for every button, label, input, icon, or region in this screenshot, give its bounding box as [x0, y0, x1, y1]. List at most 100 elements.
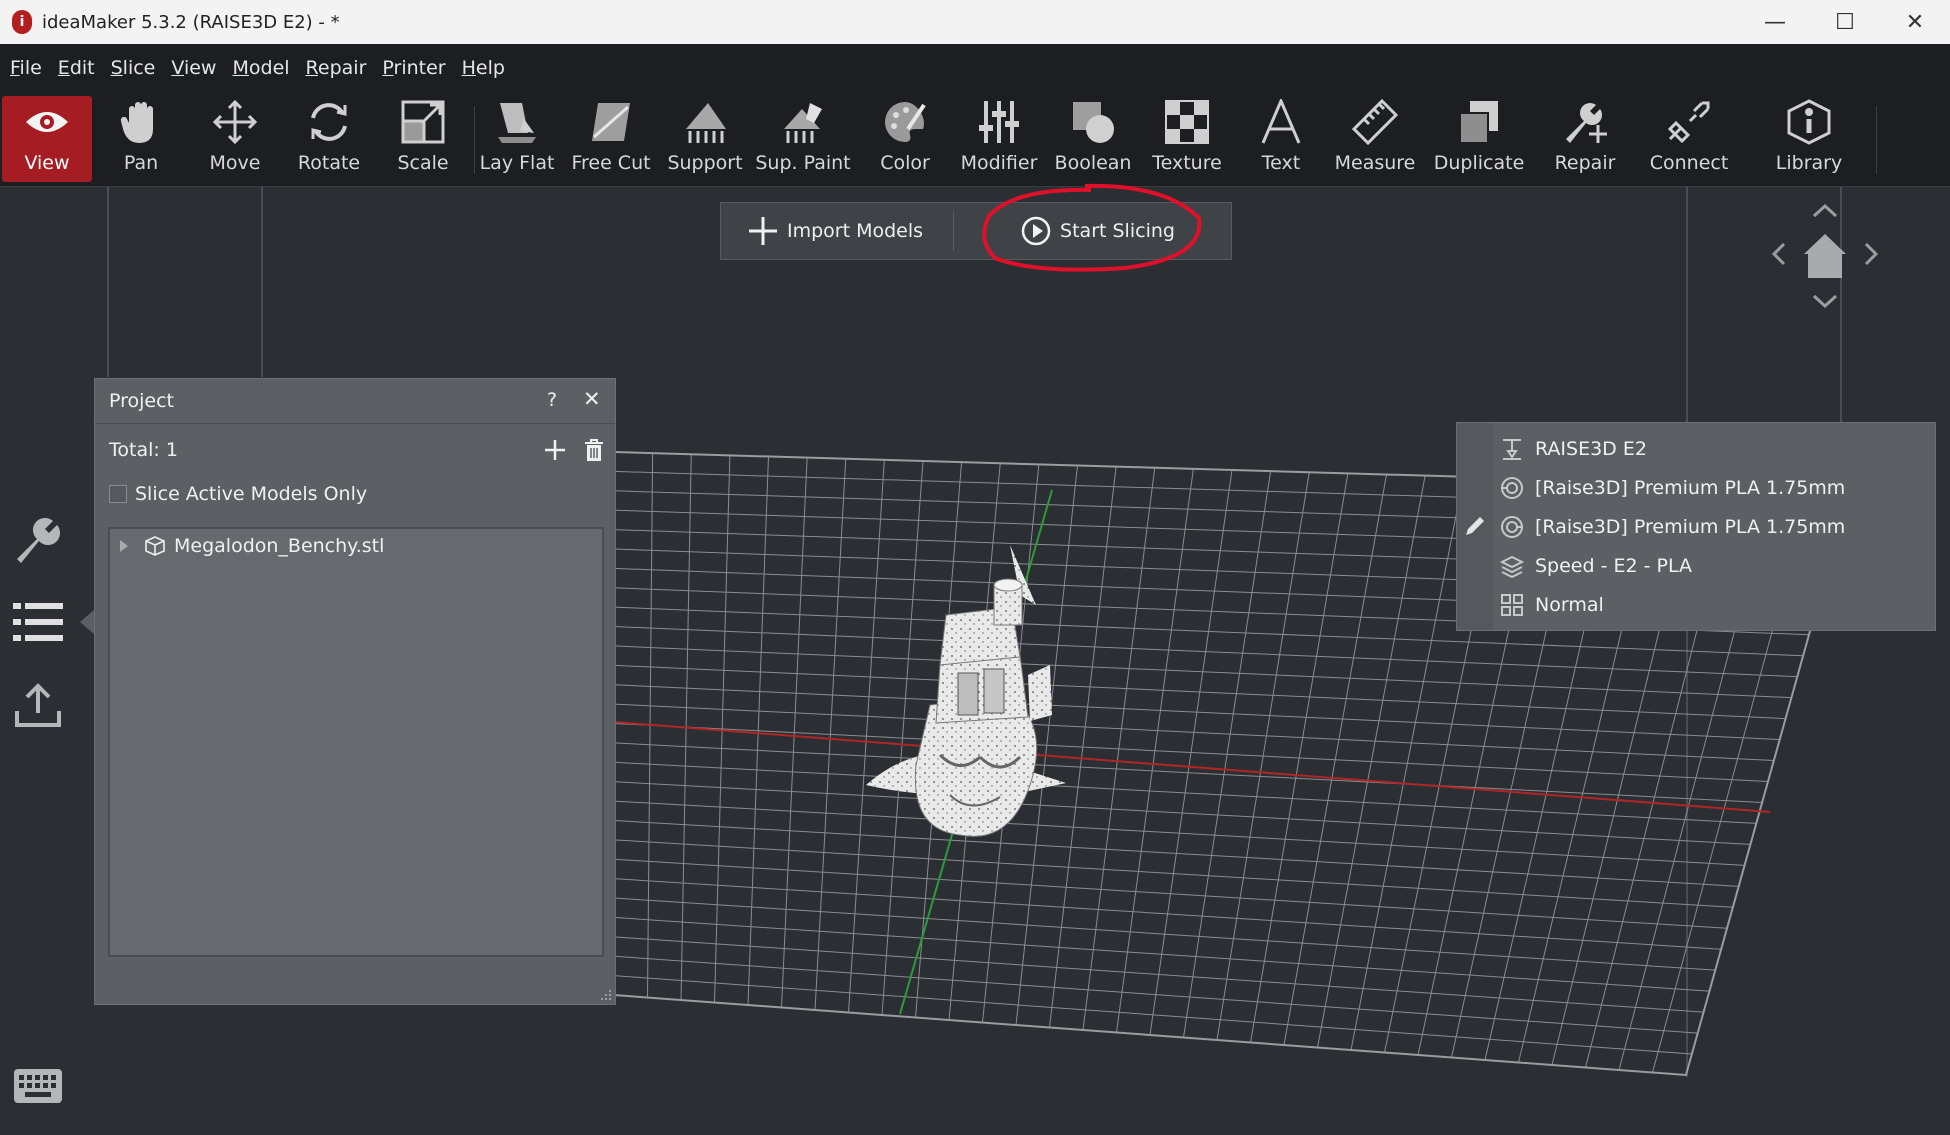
slice-active-checkbox[interactable] [109, 485, 127, 503]
upload-export-icon[interactable] [12, 680, 64, 732]
tool-modifier-label: Modifier [960, 152, 1038, 174]
list-icon[interactable] [12, 596, 64, 648]
layers-icon [1497, 551, 1527, 581]
edit-pencil-icon[interactable] [1464, 515, 1486, 537]
expand-triangle-icon[interactable] [118, 539, 130, 553]
tool-text[interactable]: Text [1236, 96, 1326, 182]
toolbar: View Pan Move Rotate Scale Lay Flat Free… [0, 92, 1950, 187]
tool-support-label: Support [667, 152, 743, 174]
tool-view[interactable]: View [2, 96, 92, 182]
tool-connect[interactable]: Connect [1644, 96, 1734, 182]
maximize-button[interactable]: ☐ [1810, 0, 1880, 44]
tool-support[interactable]: Support [660, 96, 750, 182]
build-volume-edge [1686, 187, 1688, 1077]
window-title: ideaMaker 5.3.2 (RAISE3D E2) - * [42, 11, 340, 33]
tool-scale-label: Scale [397, 152, 449, 174]
app-logo-icon: i [12, 10, 32, 34]
printer-name: RAISE3D E2 [1535, 438, 1647, 460]
tool-duplicate[interactable]: Duplicate [1434, 96, 1524, 182]
support-icon [679, 96, 731, 148]
toolbar-divider [1876, 106, 1877, 174]
tool-measure[interactable]: Measure [1330, 96, 1420, 182]
chevron-up-icon [1812, 203, 1838, 218]
filament-right-row[interactable]: [Raise3D] Premium PLA 1.75mm [1497, 509, 1845, 545]
view-navigation-controls [1770, 196, 1880, 316]
move-arrows-icon [209, 96, 261, 148]
settings-wrench-icon[interactable] [12, 514, 64, 566]
help-button[interactable]: ? [547, 389, 557, 411]
add-plus-icon[interactable] [543, 438, 567, 462]
free-cut-icon [585, 96, 637, 148]
annotation-circle [982, 183, 1202, 272]
tool-connect-label: Connect [1649, 152, 1729, 174]
tool-lay-flat[interactable]: Lay Flat [472, 96, 562, 182]
print-profile-row[interactable]: Speed - E2 - PLA [1497, 548, 1692, 584]
filament-spool-icon [1497, 473, 1527, 503]
menu-help[interactable]: Help [462, 57, 505, 79]
info-library-icon [1783, 96, 1835, 148]
trash-icon[interactable] [583, 438, 605, 462]
tool-text-label: Text [1261, 152, 1301, 174]
tool-boolean-label: Boolean [1054, 152, 1132, 174]
model-megalodon-benchy[interactable] [860, 545, 1080, 865]
tool-repair[interactable]: Repair [1540, 96, 1630, 182]
menu-file[interactable]: File [10, 57, 42, 79]
texture-checker-icon [1161, 96, 1213, 148]
list-item[interactable]: Megalodon_Benchy.stl [110, 529, 602, 563]
modifier-sliders-icon [973, 96, 1025, 148]
menu-model[interactable]: Model [232, 57, 289, 79]
tool-scale[interactable]: Scale [378, 96, 468, 182]
tool-sup-paint[interactable]: Sup. Paint [755, 96, 851, 182]
minimize-button[interactable]: — [1740, 0, 1810, 44]
connect-icon [1663, 96, 1715, 148]
project-panel-title: Project [109, 390, 175, 412]
cube-model-icon [145, 536, 165, 556]
tool-rotate[interactable]: Rotate [284, 96, 374, 182]
tool-modifier[interactable]: Modifier [954, 96, 1044, 182]
chevron-right-icon [1864, 242, 1879, 266]
home-icon [1804, 234, 1846, 278]
profile-gutter [1457, 423, 1493, 630]
tool-color[interactable]: Color [860, 96, 950, 182]
wrench-plus-icon [1559, 96, 1611, 148]
quality-row[interactable]: Normal [1497, 587, 1604, 623]
printer-row[interactable]: RAISE3D E2 [1497, 431, 1647, 467]
menu-view[interactable]: View [171, 57, 216, 79]
keyboard-icon[interactable] [12, 1060, 64, 1112]
tool-measure-label: Measure [1334, 152, 1416, 174]
tool-texture[interactable]: Texture [1142, 96, 1232, 182]
print-profile-summary: RAISE3D E2 [Raise3D] Premium PLA 1.75mm … [1456, 422, 1936, 631]
tool-lay-flat-label: Lay Flat [479, 152, 555, 174]
resize-grip-icon[interactable] [599, 988, 613, 1002]
plus-icon [749, 217, 777, 245]
chevron-down-icon [1812, 294, 1838, 309]
printer-icon [1497, 434, 1527, 464]
close-window-button[interactable]: ✕ [1880, 0, 1950, 44]
filament-right-name: [Raise3D] Premium PLA 1.75mm [1535, 516, 1846, 538]
tool-duplicate-label: Duplicate [1433, 152, 1525, 174]
boolean-icon [1067, 96, 1119, 148]
panel-pointer [80, 610, 94, 634]
filament-left-name: [Raise3D] Premium PLA 1.75mm [1535, 477, 1846, 499]
menu-repair[interactable]: Repair [306, 57, 367, 79]
tool-free-cut[interactable]: Free Cut [566, 96, 656, 182]
menu-printer[interactable]: Printer [382, 57, 445, 79]
support-paint-icon [777, 96, 829, 148]
print-profile-name: Speed - E2 - PLA [1535, 555, 1693, 577]
tool-pan[interactable]: Pan [96, 96, 186, 182]
close-panel-button[interactable]: ✕ [583, 387, 601, 411]
model-list: Megalodon_Benchy.stl [108, 527, 604, 957]
eye-icon [21, 96, 73, 148]
tool-color-label: Color [880, 152, 930, 174]
grid-quality-icon [1497, 590, 1527, 620]
menu-edit[interactable]: Edit [58, 57, 95, 79]
menu-slice[interactable]: Slice [111, 57, 156, 79]
filament-left-row[interactable]: [Raise3D] Premium PLA 1.75mm [1497, 470, 1845, 506]
quality-name: Normal [1535, 594, 1604, 616]
tool-library[interactable]: Library [1764, 96, 1854, 182]
import-models-button[interactable]: Import Models [721, 203, 953, 259]
tool-boolean[interactable]: Boolean [1048, 96, 1138, 182]
palette-icon [879, 96, 931, 148]
tool-move[interactable]: Move [190, 96, 280, 182]
rotate-icon [303, 96, 355, 148]
